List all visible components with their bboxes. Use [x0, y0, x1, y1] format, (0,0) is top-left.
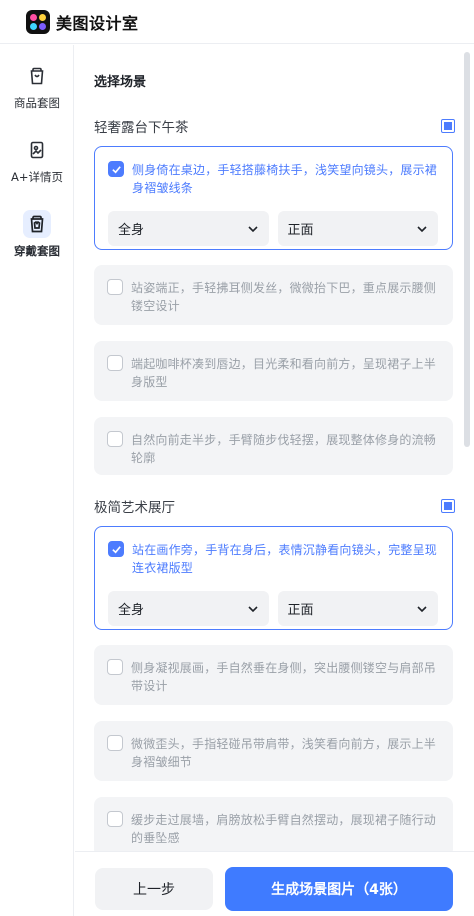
scene-description: 缓步走过展墙，肩膀放松手臂自然摆动，展现裙子随行动的垂坠感: [131, 813, 437, 845]
scene-description: 微微歪头，手指轻碰吊带肩带，浅笑看向前方，展示上半身褶皱细节: [131, 737, 437, 769]
scene-checkbox[interactable]: [107, 431, 123, 447]
sidebar-item-product-set[interactable]: 商品套图: [0, 49, 74, 123]
sidebar: 商品套图 A+详情页 穿戴套图: [0, 45, 74, 916]
scene-card[interactable]: 端起咖啡杯凑到唇边，目光柔和看向前方，呈现裙子上半身版型: [94, 341, 453, 401]
scene-card[interactable]: 站在画作旁，手背在身后，表情沉静看向镜头，完整呈现连衣裙版型 全身 正面: [94, 526, 453, 630]
group-select-checkbox[interactable]: [441, 119, 455, 133]
scene-checkbox[interactable]: [108, 541, 124, 557]
scene-group-header: 轻奢露台下午茶: [94, 116, 455, 136]
scrollbar-thumb[interactable]: [464, 52, 470, 447]
scene-group-name: 极简艺术展厅: [94, 500, 175, 516]
wearable-bag-icon: [23, 209, 51, 238]
sidebar-item-label: A+详情页: [10, 169, 63, 184]
scene-description: 自然向前走半步，手臂随步伐轻摆，展现整体修身的流畅轮廓: [131, 433, 437, 465]
app-title: 美图设计室: [56, 13, 139, 33]
chevron-down-icon: [417, 225, 427, 232]
shot-range-value: 全身: [118, 603, 145, 618]
scene-checkbox[interactable]: [108, 161, 124, 177]
chevron-down-icon: [247, 605, 258, 612]
top-bar: 美图设计室: [0, 0, 474, 44]
angle-value: 正面: [287, 223, 314, 238]
scene-card[interactable]: 站姿端正，手轻拂耳侧发丝，微微抬下巴，重点展示腰侧镂空设计: [94, 265, 453, 325]
product-bag-icon: [23, 62, 51, 90]
scene-card[interactable]: 侧身倚在桌边，手轻搭藤椅扶手，浅笑望向镜头，展示裙身褶皱线条 全身 正面: [94, 146, 453, 250]
check-icon: [111, 545, 121, 553]
generate-scene-images-button[interactable]: 生成场景图片（4张）: [225, 867, 453, 911]
main-content: 选择场景 轻奢露台下午茶 侧身倚在桌边，手轻搭藤椅扶手，浅笑望向镜头，展示裙身褶…: [75, 45, 474, 851]
shot-range-value: 全身: [118, 223, 145, 238]
scene-card[interactable]: 侧身凝视展画，手自然垂在身侧，突出腰侧镂空与肩部吊带设计: [94, 645, 453, 705]
scene-checkbox[interactable]: [107, 279, 123, 295]
shot-range-select[interactable]: 全身: [108, 211, 269, 246]
angle-select[interactable]: 正面: [277, 591, 438, 626]
previous-step-button[interactable]: 上一步: [95, 868, 213, 910]
angle-select[interactable]: 正面: [277, 211, 438, 246]
sidebar-item-label: 穿戴套图: [14, 243, 60, 258]
partial-check-icon: [444, 502, 452, 510]
scene-description: 站在画作旁，手背在身后，表情沉静看向镜头，完整呈现连衣裙版型: [132, 543, 438, 575]
scene-card[interactable]: 自然向前走半步，手臂随步伐轻摆，展现整体修身的流畅轮廓: [94, 417, 453, 475]
footer-bar: 上一步 生成场景图片（4张）: [75, 851, 474, 916]
scene-description: 站姿端正，手轻拂耳侧发丝，微微抬下巴，重点展示腰侧镂空设计: [131, 281, 437, 313]
scrollbar[interactable]: [464, 52, 470, 447]
sidebar-item-detail-page[interactable]: A+详情页: [0, 123, 74, 197]
scene-group-header: 极简艺术展厅: [94, 496, 455, 516]
scene-checkbox[interactable]: [107, 811, 123, 827]
detail-page-icon: [23, 136, 51, 164]
check-icon: [111, 165, 121, 173]
sidebar-item-wearable-set[interactable]: 穿戴套图: [0, 197, 74, 271]
group-select-checkbox[interactable]: [441, 499, 455, 513]
scene-checkbox[interactable]: [107, 659, 123, 675]
sidebar-item-label: 商品套图: [14, 95, 60, 110]
chevron-down-icon: [247, 225, 258, 232]
app-logo-icon: [26, 9, 50, 34]
scene-card[interactable]: 缓步走过展墙，肩膀放松手臂自然摆动，展现裙子随行动的垂坠感: [94, 797, 453, 851]
scene-group-name: 轻奢露台下午茶: [94, 120, 189, 136]
scene-description: 侧身倚在桌边，手轻搭藤椅扶手，浅笑望向镜头，展示裙身褶皱线条: [132, 163, 438, 195]
shot-range-select[interactable]: 全身: [108, 591, 269, 626]
scene-checkbox[interactable]: [107, 735, 123, 751]
partial-check-icon: [444, 122, 452, 130]
chevron-down-icon: [417, 605, 427, 612]
section-title: 选择场景: [94, 75, 147, 90]
scene-description: 侧身凝视展画，手自然垂在身侧，突出腰侧镂空与肩部吊带设计: [131, 661, 437, 693]
scene-checkbox[interactable]: [107, 355, 123, 371]
angle-value: 正面: [287, 603, 314, 618]
scene-description: 端起咖啡杯凑到唇边，目光柔和看向前方，呈现裙子上半身版型: [131, 357, 437, 389]
scene-card[interactable]: 微微歪头，手指轻碰吊带肩带，浅笑看向前方，展示上半身褶皱细节: [94, 721, 453, 781]
